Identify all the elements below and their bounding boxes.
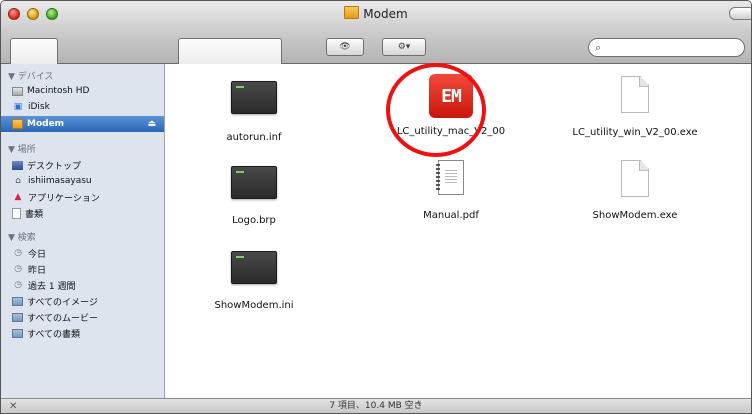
- file-name: Manual.pdf: [423, 210, 479, 221]
- sidebar-places-header[interactable]: ▼ 場所: [8, 142, 36, 155]
- sidebar-item-today[interactable]: ◷ 今日: [1, 245, 164, 261]
- clock-icon: ◷: [14, 280, 22, 290]
- applications-icon: ▲: [14, 192, 22, 202]
- sidebar-item-yesterday[interactable]: ◷ 昨日: [1, 261, 164, 277]
- resize-grip-icon[interactable]: ✕: [9, 399, 17, 413]
- document-icon: [621, 160, 649, 197]
- document-icon: [621, 76, 649, 113]
- sidebar-item-idisk[interactable]: ▣ iDisk: [1, 99, 164, 115]
- sidebar-item-label: Macintosh HD: [27, 86, 90, 96]
- file-name: Logo.brp: [232, 215, 276, 226]
- file-item-lc-utility-win[interactable]: LC_utility_win_V2_00.exe: [555, 76, 715, 138]
- sidebar-item-all-movies[interactable]: すべてのムービー: [1, 309, 164, 325]
- home-icon: ⌂: [15, 176, 21, 186]
- clock-icon: ◷: [14, 248, 22, 258]
- file-icon-grid: autorun.inf EM LC_utility_mac_V2_00 LC_u…: [165, 64, 751, 398]
- file-name: autorun.inf: [226, 132, 282, 143]
- sidebar-item-label: Modem: [27, 119, 65, 129]
- sidebar-devices-header[interactable]: ▼ デバイス: [8, 69, 54, 82]
- terminal-file-icon: [231, 166, 277, 199]
- status-bar: ✕ 7 項目、10.4 MB 空き: [1, 398, 751, 413]
- clock-icon: ◷: [14, 264, 22, 274]
- search-icon: ⌕: [595, 40, 602, 54]
- sidebar-item-desktop[interactable]: デスクトップ: [1, 157, 164, 173]
- finder-window: Modem ◀ ▶ ▦ ☰ ▥ ▬ 👁 ⚙▾ ⌕ ▼ デバイス Macintos…: [0, 0, 752, 414]
- status-text: 7 項目、10.4 MB 空き: [329, 401, 423, 411]
- hard-drive-icon: [12, 86, 23, 96]
- eye-icon: 👁: [339, 42, 351, 52]
- file-item-manual[interactable]: Manual.pdf: [371, 160, 531, 221]
- documents-icon: [12, 207, 21, 219]
- terminal-file-icon: [231, 81, 277, 114]
- sidebar-item-label: 書類: [25, 209, 44, 220]
- file-item-showmodem-exe[interactable]: ShowModem.exe: [555, 160, 715, 221]
- gear-icon: ⚙▾: [397, 42, 411, 52]
- action-menu-button[interactable]: ⚙▾: [382, 38, 426, 56]
- terminal-file-icon: [231, 251, 277, 284]
- file-item-showmodem-ini[interactable]: ShowModem.ini: [174, 251, 334, 311]
- sidebar-item-past-week[interactable]: ◷ 過去 1 週間: [1, 277, 164, 293]
- file-name: LC_utility_mac_V2_00: [396, 126, 506, 137]
- sidebar-item-macintosh-hd[interactable]: Macintosh HD: [1, 83, 164, 99]
- sidebar-item-home[interactable]: ⌂ ishiimasayasu: [1, 173, 164, 189]
- smart-folder-icon: [12, 312, 23, 322]
- desktop-icon: [12, 160, 23, 170]
- sidebar-item-label: 今日: [28, 249, 47, 260]
- sidebar: ▼ デバイス Macintosh HD ▣ iDisk Modem ⏏ ▼ 場所…: [1, 64, 165, 398]
- sidebar-item-all-images[interactable]: すべてのイメージ: [1, 293, 164, 309]
- search-field[interactable]: ⌕: [588, 38, 745, 57]
- eject-icon[interactable]: ⏏: [147, 119, 156, 129]
- file-name: ShowModem.ini: [214, 300, 294, 311]
- sidebar-item-label: すべての書類: [27, 329, 81, 340]
- sidebar-search-header[interactable]: ▼ 検索: [8, 230, 36, 243]
- modem-drive-icon: [344, 6, 360, 19]
- smart-folder-icon: [12, 296, 23, 306]
- sidebar-item-applications[interactable]: ▲ アプリケーション: [1, 189, 164, 205]
- modem-drive-icon: [12, 119, 23, 129]
- pdf-icon: [436, 160, 464, 195]
- sidebar-item-label: アプリケーション: [28, 193, 100, 204]
- quick-look-button[interactable]: 👁: [326, 38, 364, 56]
- title-bar: Modem: [1, 6, 751, 22]
- sidebar-item-label: デスクトップ: [27, 161, 82, 172]
- sidebar-item-label: 過去 1 週間: [28, 281, 76, 292]
- sidebar-item-label: すべてのイメージ: [27, 297, 98, 308]
- window-title: Modem: [363, 7, 408, 21]
- file-item-logo[interactable]: Logo.brp: [174, 166, 334, 226]
- sidebar-item-label: すべてのムービー: [27, 313, 99, 324]
- idisk-icon: ▣: [13, 102, 23, 112]
- smart-folder-icon: [12, 328, 23, 338]
- file-name: ShowModem.exe: [592, 210, 678, 221]
- file-item-lc-utility-mac[interactable]: EM LC_utility_mac_V2_00: [371, 74, 531, 137]
- sidebar-item-all-documents[interactable]: すべての書類: [1, 325, 164, 341]
- file-name: LC_utility_win_V2_00.exe: [572, 127, 698, 138]
- window-toolbar: Modem ◀ ▶ ▦ ☰ ▥ ▬ 👁 ⚙▾ ⌕: [1, 1, 751, 100]
- em-app-icon: EM: [429, 74, 473, 118]
- sidebar-item-documents[interactable]: 書類: [1, 205, 164, 221]
- sidebar-item-label: iDisk: [28, 102, 50, 112]
- file-item-autorun[interactable]: autorun.inf: [174, 81, 334, 143]
- sidebar-item-label: ishiimasayasu: [28, 176, 92, 186]
- sidebar-item-modem[interactable]: Modem ⏏: [1, 116, 164, 132]
- toolbar-toggle-button[interactable]: [729, 7, 751, 20]
- sidebar-item-label: 昨日: [28, 265, 47, 276]
